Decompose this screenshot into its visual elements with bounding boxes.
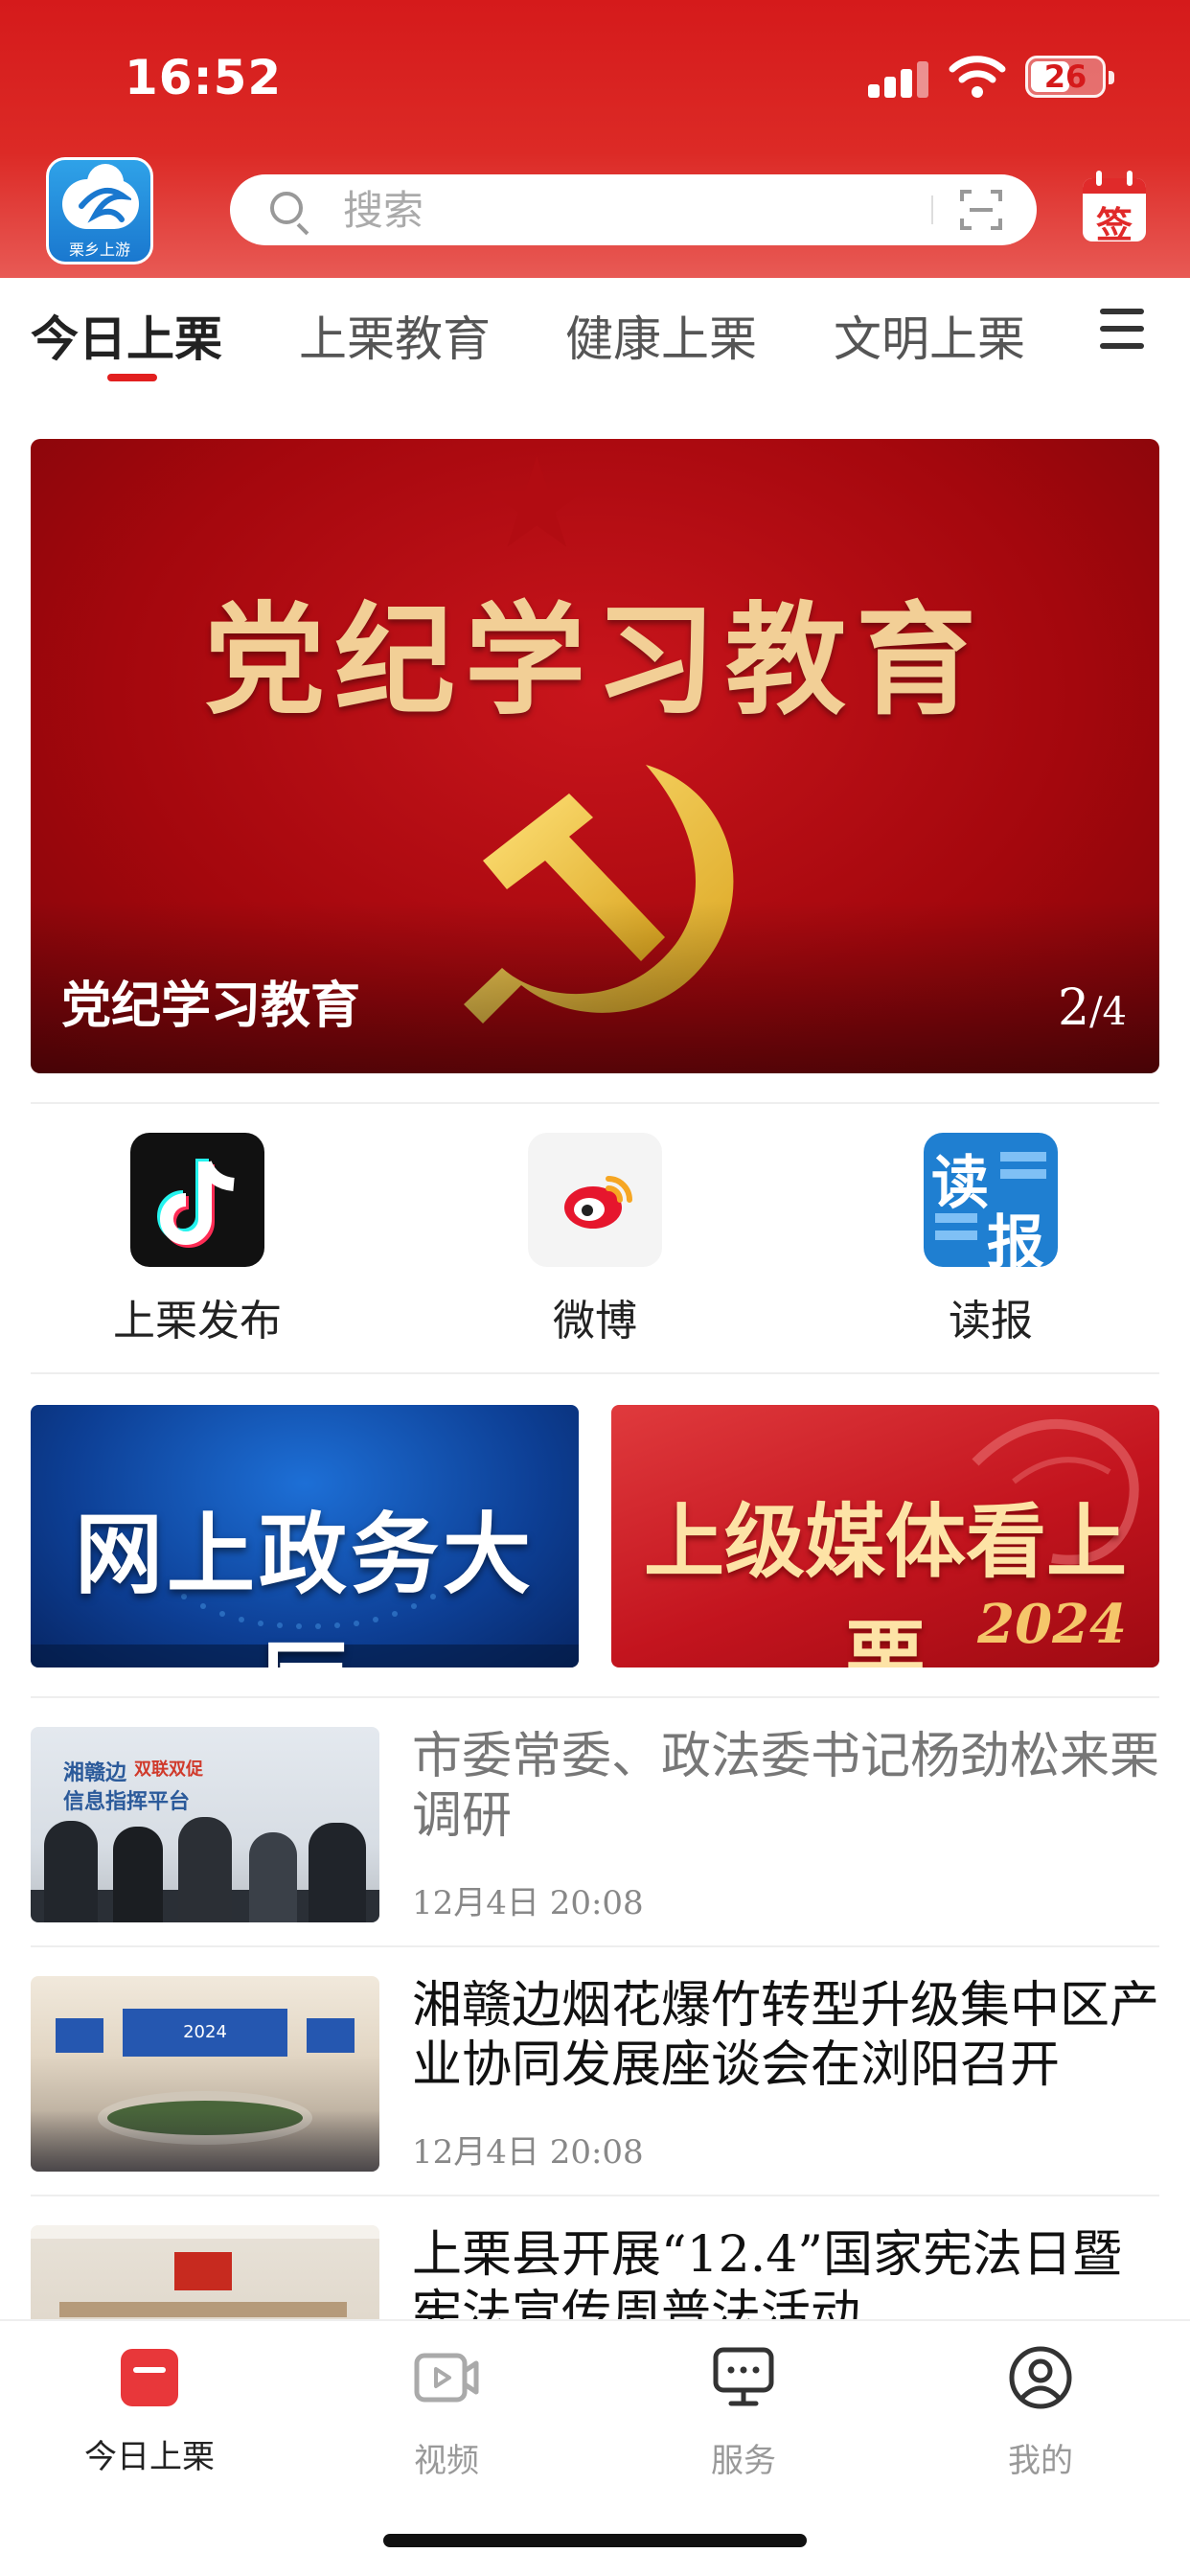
- status-time: 16:52: [125, 50, 283, 105]
- featured-carousel[interactable]: ★ 党纪学习教育 党纪学习教育 2/4: [31, 439, 1159, 1073]
- search-divider: [931, 196, 933, 224]
- quick-link-tiktok[interactable]: 上栗发布: [113, 1133, 282, 1347]
- app-header: 16:52 26 栗乡上游 签: [0, 0, 1190, 278]
- quick-link-label: 微博: [553, 1297, 637, 1346]
- tabbar-label: 我的: [1008, 2442, 1073, 2480]
- star-icon: ★: [481, 439, 593, 576]
- news-time: 12月4日 20:08: [412, 2133, 644, 2172]
- battery-level: 26: [1043, 58, 1087, 95]
- cellular-signal-icon: [868, 59, 929, 98]
- tile-higher-media-coverage[interactable]: 上级媒体看上栗 2024: [611, 1405, 1159, 1668]
- divider: [31, 1696, 1159, 1698]
- carousel-pager: 2/4: [1057, 979, 1127, 1037]
- tabbar-services[interactable]: 服务: [648, 2344, 839, 2481]
- news-title: 市委常委、政法委书记杨劲松来栗调研: [412, 1728, 1160, 1845]
- tile-title: 网上政务大厅: [74, 1504, 535, 1668]
- profile-icon: [1009, 2346, 1072, 2409]
- battery-icon: 26: [1025, 56, 1114, 98]
- menu-icon[interactable]: [1100, 309, 1144, 349]
- divider: [31, 1372, 1159, 1374]
- tab-health[interactable]: 健康上栗: [565, 301, 757, 370]
- divider: [31, 1945, 1159, 1947]
- news-time: 12月4日 20:08: [412, 1884, 644, 1922]
- divider: [31, 1102, 1159, 1104]
- swirl-logo-icon: [79, 187, 131, 223]
- home-indicator[interactable]: [383, 2534, 807, 2547]
- services-icon: [713, 2347, 774, 2406]
- divider: [31, 2195, 1159, 2196]
- tabbar-label: 今日上栗: [84, 2438, 215, 2476]
- tile-online-government-hall[interactable]: 网上政务大厅: [31, 1405, 579, 1668]
- tabbar-label: 视频: [414, 2442, 479, 2480]
- sign-in-label: 签: [1095, 204, 1133, 246]
- news-thumbnail: 2024: [31, 1976, 379, 2172]
- news-item[interactable]: 2024 湘赣边烟花爆竹转型升级集中区产业协同发展座谈会在浏阳召开 12月4日 …: [31, 1976, 1159, 2177]
- app-logo-text: 栗乡上游: [68, 241, 130, 259]
- quick-link-label: 上栗发布: [113, 1297, 282, 1346]
- news-item[interactable]: 湘赣边 双联双促 信息指挥平台 市委常委、政法委书记杨劲松来栗调研 12月4日 …: [31, 1727, 1159, 1928]
- search-bar[interactable]: [230, 174, 1037, 245]
- home-news-icon: [116, 2344, 183, 2411]
- carousel-caption: 党纪学习教育: [61, 977, 361, 1035]
- tiktok-icon: [130, 1133, 264, 1267]
- app-logo[interactable]: 栗乡上游: [46, 157, 153, 264]
- quick-link-newspaper[interactable]: 读 报 读报: [924, 1133, 1058, 1347]
- tabbar-label: 服务: [711, 2442, 776, 2480]
- weibo-icon: [528, 1133, 662, 1267]
- quick-link-weibo[interactable]: 微博: [528, 1133, 662, 1347]
- quick-link-label: 读报: [949, 1297, 1033, 1346]
- search-icon: [270, 192, 303, 224]
- newspaper-icon: 读 报: [924, 1133, 1058, 1267]
- tabbar-today[interactable]: 今日上栗: [54, 2344, 245, 2477]
- tab-civilization[interactable]: 文明上栗: [834, 301, 1025, 370]
- channel-tabs: 今日上栗 上栗教育 健康上栗 文明上栗: [0, 278, 1190, 393]
- active-tab-indicator: [107, 374, 157, 381]
- search-input[interactable]: [343, 182, 880, 238]
- wifi-icon: [949, 56, 1006, 98]
- tabbar-video[interactable]: 视频: [351, 2344, 542, 2481]
- carousel-poster-title: 党纪学习教育: [204, 590, 986, 731]
- video-icon: [414, 2353, 479, 2403]
- tabbar-me[interactable]: 我的: [945, 2344, 1136, 2481]
- tile-subtitle: 2024: [977, 1593, 1127, 1656]
- news-title: 湘赣边烟花爆竹转型升级集中区产业协同发展座谈会在浏阳召开: [412, 1977, 1160, 2094]
- scan-icon[interactable]: [960, 190, 1002, 230]
- news-thumbnail: 湘赣边 双联双促 信息指挥平台: [31, 1727, 379, 1922]
- tab-education[interactable]: 上栗教育: [299, 301, 491, 370]
- tab-today[interactable]: 今日上栗: [31, 301, 222, 370]
- sign-in-calendar-button[interactable]: 签: [1083, 171, 1146, 246]
